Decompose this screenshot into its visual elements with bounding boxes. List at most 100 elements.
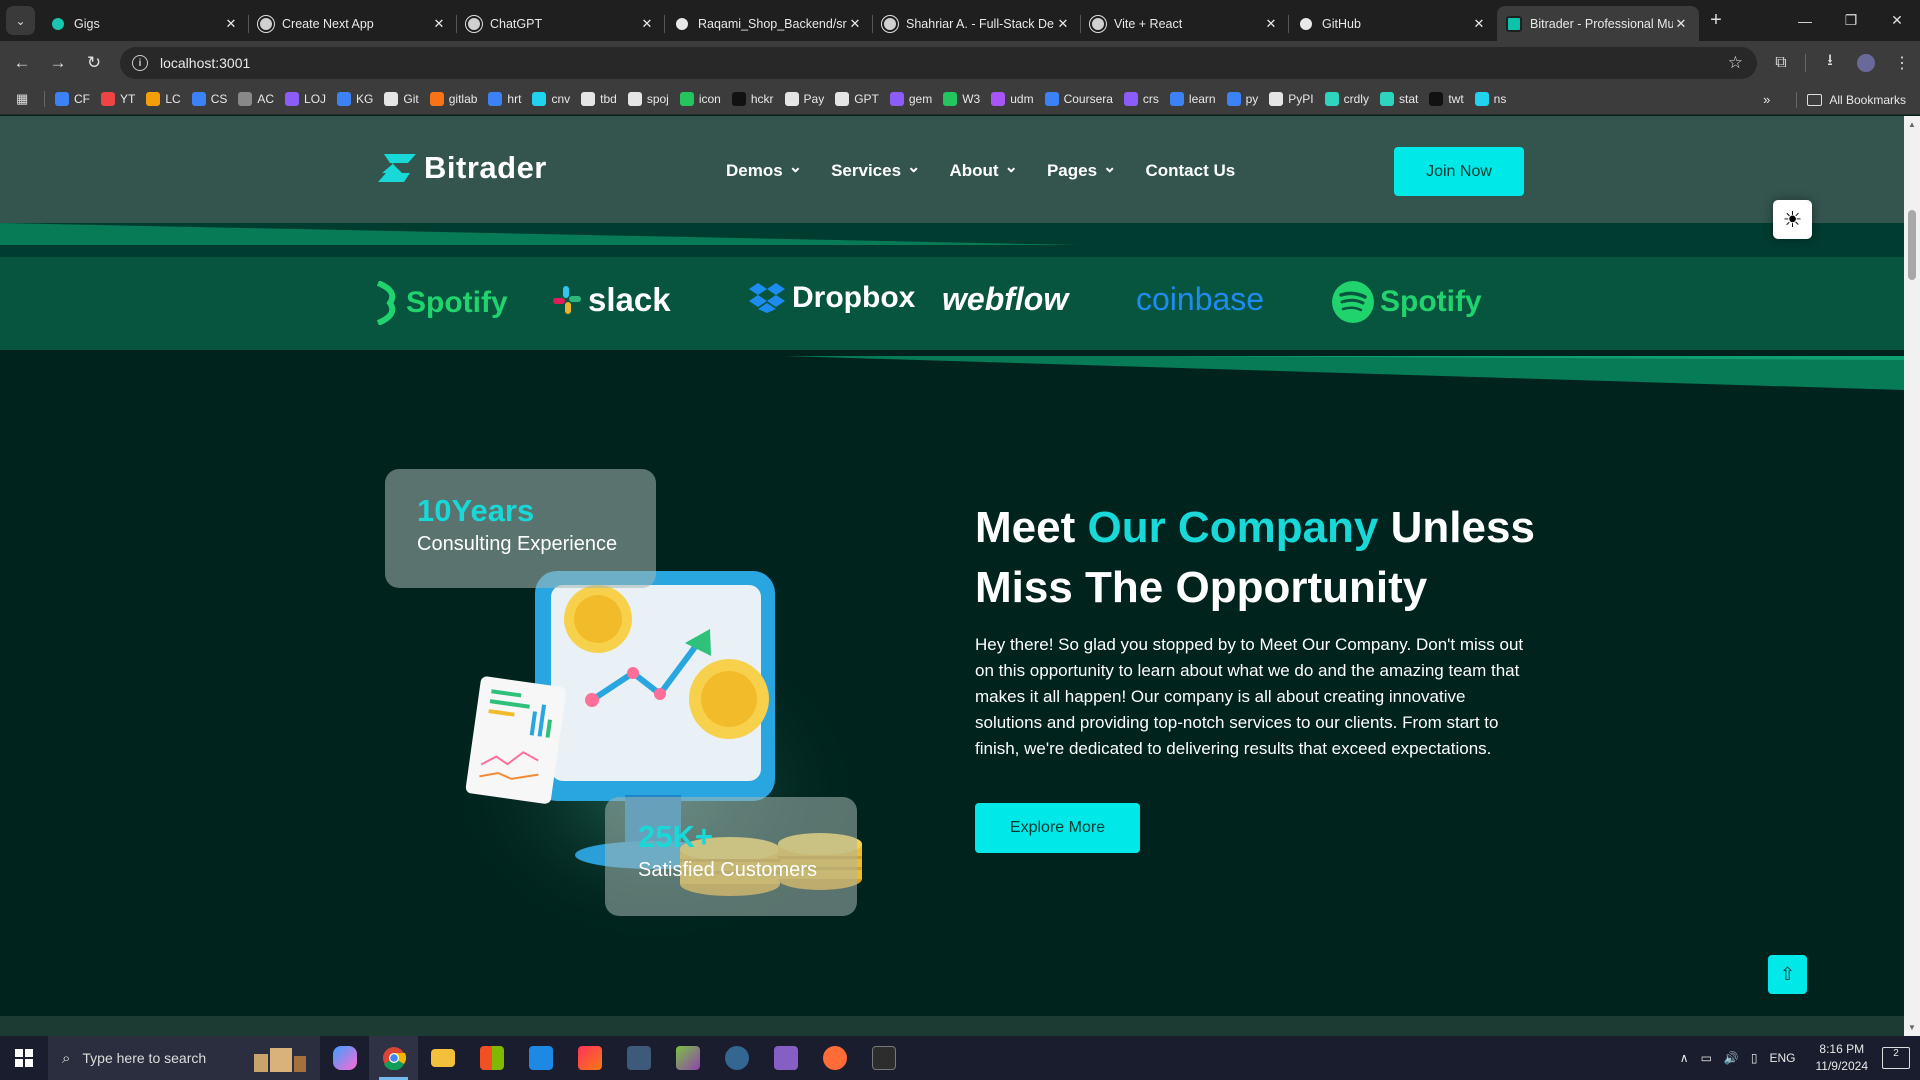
browser-tab[interactable]: Shahriar A. - Full-Stack De ✕ bbox=[873, 6, 1081, 41]
browser-tab[interactable]: Vite + React ✕ bbox=[1081, 6, 1289, 41]
browser-tab[interactable]: GitHub ✕ bbox=[1289, 6, 1497, 41]
notification-center-icon[interactable]: 2 bbox=[1882, 1047, 1910, 1069]
bookmark-item[interactable]: icon bbox=[679, 92, 721, 106]
site-logo[interactable]: Bitrader bbox=[378, 150, 547, 186]
bookmark-item[interactable]: CS bbox=[191, 92, 227, 106]
scroll-down-arrow-icon[interactable]: ▼ bbox=[1908, 1023, 1916, 1032]
nav-item-about[interactable]: About ⌄ bbox=[949, 159, 1018, 181]
mysql-workbench-taskbar-icon[interactable] bbox=[614, 1036, 663, 1080]
postman-taskbar-icon[interactable] bbox=[810, 1036, 859, 1080]
bookmark-item[interactable]: learn bbox=[1169, 92, 1216, 106]
address-bar[interactable]: i localhost:3001 ☆ bbox=[120, 47, 1757, 79]
bookmark-item[interactable]: gitlab bbox=[429, 92, 477, 106]
volume-icon[interactable]: 🔊 bbox=[1724, 1051, 1739, 1065]
taskbar-clock[interactable]: 8:16 PM 11/9/2024 bbox=[1816, 1041, 1869, 1075]
copilot-taskbar-icon[interactable] bbox=[320, 1036, 369, 1080]
bookmark-item[interactable]: AC bbox=[238, 92, 274, 106]
file-explorer-taskbar-icon[interactable] bbox=[418, 1036, 467, 1080]
all-bookmarks-button[interactable]: All Bookmarks bbox=[1829, 93, 1906, 107]
more-bookmarks-chevron-icon[interactable]: » bbox=[1763, 92, 1770, 107]
bookmark-item[interactable]: Git bbox=[384, 92, 419, 106]
apps-grid-icon[interactable]: ▦ bbox=[16, 91, 32, 107]
bookmark-item[interactable]: ns bbox=[1474, 92, 1506, 106]
bookmark-item[interactable]: LC bbox=[146, 92, 181, 106]
bookmark-item[interactable]: W3 bbox=[943, 92, 980, 106]
close-window-button[interactable]: ✕ bbox=[1874, 0, 1920, 41]
bookmark-item[interactable]: py bbox=[1226, 92, 1258, 106]
page-scrollbar[interactable]: ▲ ▼ bbox=[1904, 116, 1920, 1036]
bookmark-item[interactable]: spoj bbox=[627, 92, 669, 106]
visual-studio-taskbar-icon[interactable] bbox=[761, 1036, 810, 1080]
battery-icon[interactable]: ▯ bbox=[1751, 1051, 1758, 1065]
back-button[interactable]: ← bbox=[8, 49, 36, 77]
downloads-icon[interactable]: ⭳ bbox=[1812, 49, 1848, 76]
bookmark-item[interactable]: CF bbox=[55, 92, 90, 106]
scroll-to-top-button[interactable]: ⇧ bbox=[1768, 955, 1807, 994]
taskbar-search-placeholder[interactable]: Type here to search bbox=[82, 1050, 206, 1066]
close-tab-icon[interactable]: ✕ bbox=[1673, 16, 1689, 32]
bookmark-item[interactable]: LOJ bbox=[285, 92, 326, 106]
bookmark-item[interactable]: crdly bbox=[1324, 92, 1369, 106]
browser-tab[interactable]: Create Next App ✕ bbox=[249, 6, 457, 41]
windows-start-icon[interactable] bbox=[0, 1036, 48, 1080]
store-taskbar-icon[interactable] bbox=[467, 1036, 516, 1080]
bookmark-item[interactable]: gem bbox=[889, 92, 932, 106]
browser-tab[interactable]: Bitrader - Professional Mu ✕ bbox=[1497, 6, 1699, 41]
terminal-taskbar-icon[interactable] bbox=[859, 1036, 908, 1080]
close-tab-icon[interactable]: ✕ bbox=[223, 16, 239, 32]
address-text[interactable]: localhost:3001 bbox=[160, 55, 250, 71]
bookmark-item[interactable]: udm bbox=[991, 92, 1034, 106]
tool-taskbar-icon[interactable] bbox=[663, 1036, 712, 1080]
bookmark-item[interactable]: GPT bbox=[835, 92, 879, 106]
theme-toggle-sun-icon[interactable]: ☀ bbox=[1773, 200, 1812, 239]
nav-item-contact-us[interactable]: Contact Us bbox=[1145, 161, 1235, 181]
show-hidden-icons-chevron-icon[interactable]: ∧ bbox=[1680, 1051, 1689, 1065]
close-tab-icon[interactable]: ✕ bbox=[1055, 16, 1071, 32]
reload-button[interactable]: ↻ bbox=[80, 49, 108, 77]
scroll-up-arrow-icon[interactable]: ▲ bbox=[1908, 120, 1916, 129]
nav-item-demos[interactable]: Demos ⌄ bbox=[726, 159, 802, 181]
close-tab-icon[interactable]: ✕ bbox=[1471, 16, 1487, 32]
browser-tab[interactable]: Gigs ✕ bbox=[41, 6, 249, 41]
extensions-icon[interactable]: ⧉ bbox=[1763, 54, 1799, 72]
bookmark-item[interactable]: Pay bbox=[784, 92, 824, 106]
site-info-icon[interactable]: i bbox=[132, 55, 148, 71]
restore-button[interactable]: ❐ bbox=[1828, 0, 1874, 41]
close-tab-icon[interactable]: ✕ bbox=[431, 16, 447, 32]
profile-avatar[interactable] bbox=[1857, 53, 1875, 72]
bookmark-item[interactable]: Coursera bbox=[1044, 92, 1113, 106]
postgresql-taskbar-icon[interactable] bbox=[712, 1036, 761, 1080]
browser-tab[interactable]: Raqami_Shop_Backend/sr ✕ bbox=[665, 6, 873, 41]
bookmark-item[interactable]: stat bbox=[1379, 92, 1418, 106]
close-tab-icon[interactable]: ✕ bbox=[1263, 16, 1279, 32]
browser-tab[interactable]: ChatGPT ✕ bbox=[457, 6, 665, 41]
minimize-button[interactable]: — bbox=[1782, 0, 1828, 41]
bookmark-item[interactable]: crs bbox=[1123, 92, 1159, 106]
language-indicator[interactable]: ENG bbox=[1769, 1051, 1795, 1065]
tab-search-button[interactable]: ⌄ bbox=[6, 6, 35, 35]
chrome-taskbar-icon[interactable] bbox=[369, 1036, 418, 1080]
scroll-thumb[interactable] bbox=[1908, 210, 1916, 280]
browser-menu-icon[interactable]: ⋮ bbox=[1884, 53, 1920, 73]
nav-item-pages[interactable]: Pages ⌄ bbox=[1047, 159, 1117, 181]
network-icon[interactable]: ▭ bbox=[1701, 1051, 1712, 1065]
new-tab-button[interactable]: + bbox=[1699, 9, 1733, 32]
close-tab-icon[interactable]: ✕ bbox=[639, 16, 655, 32]
bookmark-item[interactable]: twt bbox=[1429, 92, 1464, 106]
intellij-taskbar-icon[interactable] bbox=[565, 1036, 614, 1080]
bookmark-item[interactable]: tbd bbox=[581, 92, 617, 106]
nav-item-services[interactable]: Services ⌄ bbox=[831, 159, 920, 181]
bookmark-item[interactable]: hckr bbox=[731, 92, 774, 106]
bookmark-item[interactable]: cnv bbox=[532, 92, 570, 106]
join-now-button[interactable]: Join Now bbox=[1394, 147, 1524, 196]
close-tab-icon[interactable]: ✕ bbox=[847, 16, 863, 32]
bookmark-item[interactable]: hrt bbox=[488, 92, 521, 106]
vscode-taskbar-icon[interactable] bbox=[516, 1036, 565, 1080]
explore-more-button[interactable]: Explore More bbox=[975, 803, 1140, 853]
bookmark-star-icon[interactable]: ☆ bbox=[1728, 53, 1743, 73]
bookmark-item[interactable]: PyPI bbox=[1269, 92, 1314, 106]
bookmark-item[interactable]: YT bbox=[101, 92, 135, 106]
forward-button[interactable]: → bbox=[44, 49, 72, 77]
bookmark-item[interactable]: KG bbox=[337, 92, 373, 106]
taskbar-search-box[interactable]: ⌕ Type here to search bbox=[48, 1036, 320, 1080]
